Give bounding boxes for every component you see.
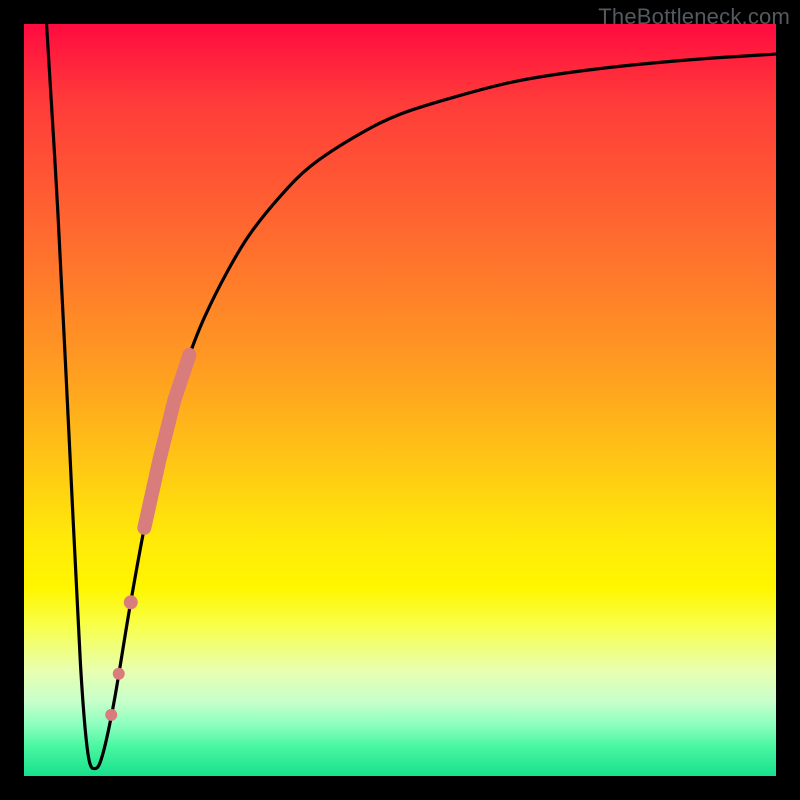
highlight-dot — [113, 668, 125, 680]
highlight-dot — [105, 709, 117, 721]
chart-container: TheBottleneck.com — [0, 0, 800, 800]
chart-svg — [24, 24, 776, 776]
highlight-dot — [124, 595, 138, 609]
highlight-segment — [144, 355, 189, 528]
watermark-text: TheBottleneck.com — [598, 4, 790, 30]
plot-area — [24, 24, 776, 776]
bottleneck-curve-line — [47, 24, 776, 769]
markers-layer — [105, 355, 189, 721]
curve-layer — [47, 24, 776, 769]
